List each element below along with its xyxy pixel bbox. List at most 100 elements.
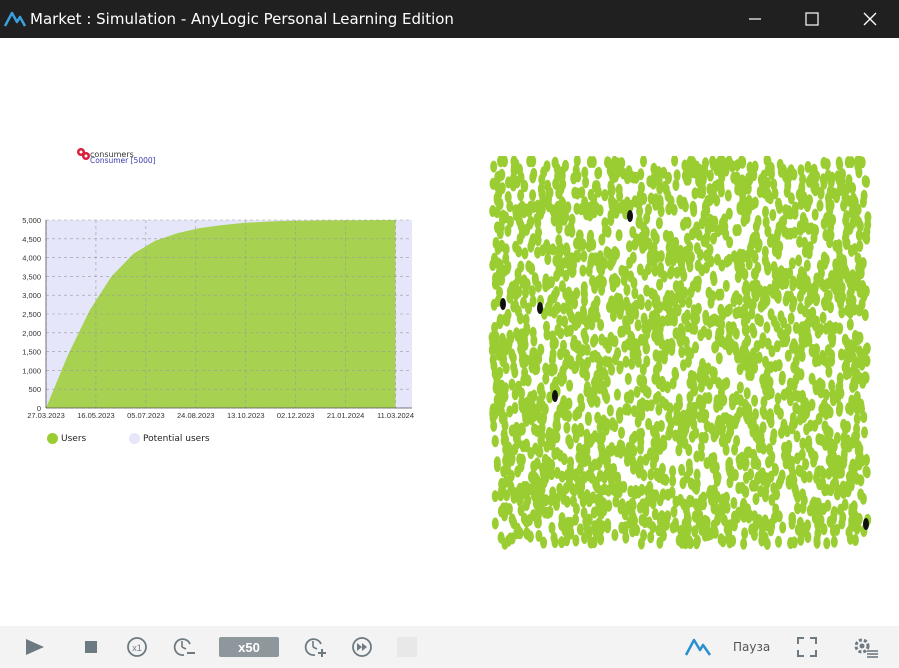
y-tick-label: 2,500: [22, 310, 41, 319]
agent: [833, 432, 841, 444]
population-icon[interactable]: [75, 147, 91, 163]
agent: [667, 195, 675, 208]
agent: [838, 306, 846, 319]
agent: [687, 495, 695, 508]
agent: [678, 536, 686, 549]
agent: [681, 216, 689, 229]
speed-indicator[interactable]: x50: [219, 637, 279, 657]
agent: [803, 407, 811, 420]
agent: [524, 395, 532, 408]
agent: [504, 224, 512, 237]
agent: [555, 255, 563, 268]
agent: [506, 405, 514, 418]
agent: [600, 483, 608, 496]
agent: [548, 521, 556, 534]
agent: [863, 175, 870, 188]
agent: [853, 412, 861, 425]
agent: [573, 202, 581, 215]
agent: [521, 247, 529, 260]
agent: [631, 487, 639, 500]
agent: [767, 524, 775, 537]
agent: [771, 278, 779, 291]
agent: [611, 529, 619, 541]
agent: [747, 468, 755, 481]
agent: [647, 192, 655, 205]
agent: [612, 495, 620, 508]
agent: [806, 293, 814, 306]
agent: [763, 537, 771, 550]
agent: [812, 224, 820, 237]
agent: [671, 366, 679, 379]
maximize-button[interactable]: [783, 0, 841, 38]
agent: [753, 340, 761, 353]
anylogic-logo-button[interactable]: [684, 635, 712, 659]
agent: [640, 156, 647, 168]
close-button[interactable]: [841, 0, 899, 38]
agent: [678, 346, 686, 358]
realtime-button[interactable]: x1: [124, 635, 150, 659]
step-button[interactable]: [396, 635, 418, 659]
stop-button[interactable]: [80, 635, 102, 659]
agent: [566, 437, 574, 450]
agent: [512, 209, 520, 222]
agent: [501, 419, 509, 432]
agent: [764, 156, 772, 168]
agent: [580, 250, 588, 263]
agent: [630, 277, 638, 289]
agent: [584, 411, 592, 424]
agent: [536, 445, 544, 458]
agent: [730, 497, 738, 509]
agent: [652, 392, 660, 405]
agent: [830, 535, 838, 548]
fast-forward-button[interactable]: [349, 635, 375, 659]
agent: [758, 286, 766, 299]
agent: [788, 455, 796, 468]
agent: [797, 164, 805, 177]
agent: [816, 199, 824, 212]
agent: [514, 427, 522, 440]
agent: [799, 221, 807, 233]
agent: [555, 218, 563, 231]
agent: [829, 450, 837, 463]
y-tick-label: 1,500: [22, 348, 41, 357]
agent: [822, 229, 830, 242]
agent: [863, 354, 871, 367]
potential-user-agent: [500, 298, 506, 310]
agent: [656, 494, 664, 507]
agent: [534, 477, 542, 490]
fullscreen-button[interactable]: [795, 635, 819, 659]
slow-down-button[interactable]: [171, 635, 197, 659]
agent: [551, 337, 559, 350]
agent: [736, 248, 744, 261]
agent: [591, 458, 599, 471]
agent: [622, 315, 630, 328]
agent: [636, 188, 644, 201]
y-tick-label: 3,000: [22, 291, 41, 300]
agent: [579, 304, 587, 317]
agent: [853, 402, 861, 415]
agent: [594, 185, 602, 198]
agent: [635, 428, 643, 441]
agent: [518, 387, 526, 400]
agent: [686, 391, 694, 404]
agent: [587, 536, 595, 549]
agent: [521, 407, 529, 420]
agent: [527, 215, 535, 228]
agent: [773, 320, 781, 333]
settings-button[interactable]: [851, 635, 879, 659]
minimize-button[interactable]: [726, 0, 784, 38]
agent: [503, 262, 511, 275]
agent: [693, 477, 701, 490]
agent: [512, 288, 520, 301]
agent: [836, 372, 844, 385]
agent: [497, 220, 505, 233]
agent: [568, 290, 576, 303]
agent: [634, 319, 642, 332]
agent: [785, 477, 793, 490]
speed-up-button[interactable]: [302, 635, 328, 659]
agent: [582, 515, 590, 528]
agent: [744, 334, 752, 347]
agent: [555, 234, 563, 247]
run-button[interactable]: [22, 635, 48, 659]
agent: [839, 484, 847, 497]
